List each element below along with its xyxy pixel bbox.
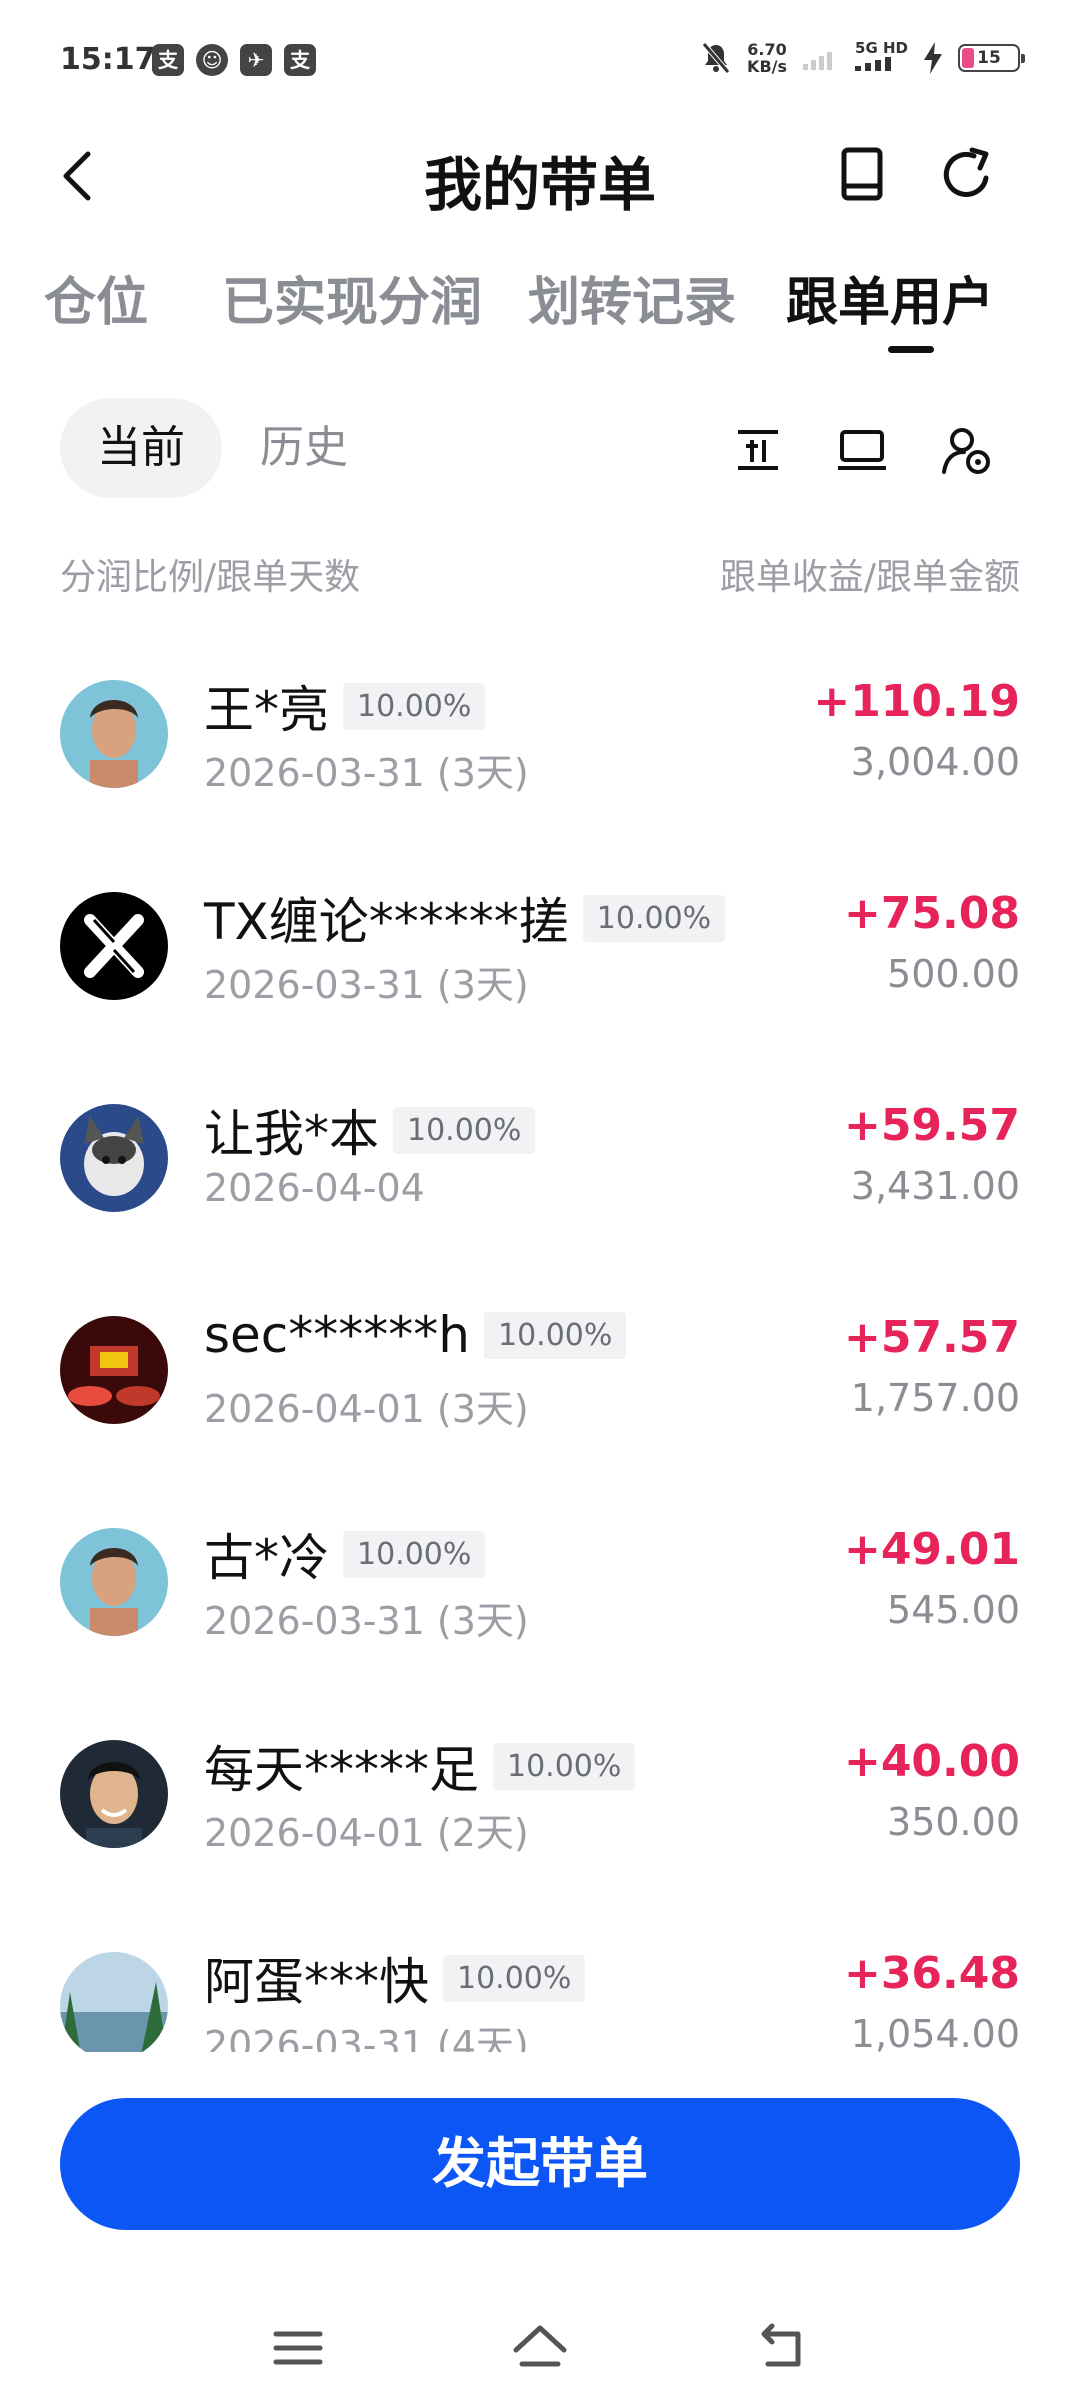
telegram-icon: ✈ (240, 44, 272, 76)
charging-icon (924, 41, 942, 74)
signal-icon (855, 57, 892, 71)
follower-row[interactable]: 古*冷 10.00% 2026-03-31 (3天) +49.01 545.00 (0, 1488, 1080, 1700)
network-speed: 6.70 KB/s (747, 39, 788, 76)
follow-date: 2026-04-01 (3天) (204, 1387, 529, 1431)
follower-name: 每天*****足 (204, 1741, 479, 1799)
avatar (60, 1528, 168, 1636)
avatar (60, 1952, 168, 2052)
follow-amount: 3,004.00 (850, 740, 1020, 784)
follow-profit: +75.08 (843, 888, 1020, 939)
follower-row[interactable]: 阿蛋***快 10.00% 2026-03-31 (4天) +36.48 1,0… (0, 1912, 1080, 2052)
follow-amount: 1,757.00 (850, 1376, 1020, 1420)
tab-realized-profit-share[interactable]: 已实现分润 (222, 260, 482, 335)
avatar (60, 1104, 168, 1212)
home-icon[interactable] (510, 2318, 570, 2378)
follower-name: TX缠论******搓 (204, 893, 569, 951)
network-type: 5G HD (855, 40, 908, 75)
profit-share-ratio: 10.00% (443, 1954, 586, 2002)
follow-profit: +40.00 (843, 1736, 1020, 1787)
profit-share-ratio: 10.00% (343, 682, 486, 730)
user-settings-icon[interactable] (940, 424, 992, 476)
profit-share-ratio: 10.00% (343, 1530, 486, 1578)
battery-indicator: 15 (958, 43, 1025, 72)
status-bar: 15:17 支 ☺ ✈ 支 6.70 KB/s 5G HD 15 (0, 0, 1080, 120)
app-header: 我的带单 (0, 120, 1080, 230)
follow-amount: 350.00 (887, 1800, 1020, 1844)
avatar (60, 892, 168, 1000)
active-tab-indicator (888, 346, 934, 353)
app-face-icon: ☺ (196, 44, 228, 76)
main-tabs: 仓位 已实现分润 划转记录 跟单用户 (0, 250, 1080, 360)
screen-icon[interactable] (836, 424, 888, 476)
subtab-current[interactable]: 当前 (60, 398, 222, 498)
system-nav-bar (0, 2300, 1080, 2408)
follower-row[interactable]: 让我*本 10.00% 2026-04-04 +59.57 3,431.00 (0, 1064, 1080, 1276)
list-column-header: 分润比例/跟单天数 跟单收益/跟单金额 (60, 548, 1020, 600)
follow-date: 2026-04-01 (2天) (204, 1811, 529, 1855)
column-right-label: 跟单收益/跟单金额 (719, 557, 1020, 598)
follower-name: 古*冷 (204, 1529, 329, 1587)
follow-profit: +49.01 (843, 1524, 1020, 1575)
follower-row[interactable]: 王*亮 10.00% 2026-03-31 (3天) +110.19 3,004… (0, 640, 1080, 852)
follower-name: sec******h (204, 1306, 470, 1364)
follow-amount: 545.00 (887, 1588, 1020, 1632)
follower-name: 让我*本 (204, 1105, 379, 1163)
follow-date: 2026-03-31 (3天) (204, 1599, 529, 1643)
follower-row[interactable]: TX缠论******搓 10.00% 2026-03-31 (3天) +75.0… (0, 852, 1080, 1064)
follow-date: 2026-03-31 (4天) (204, 2023, 529, 2052)
profit-share-ratio: 10.00% (493, 1742, 636, 1790)
avatar (60, 1740, 168, 1848)
follower-row[interactable]: 每天*****足 10.00% 2026-04-01 (2天) +40.00 3… (0, 1700, 1080, 1912)
follow-profit: +110.19 (813, 676, 1020, 727)
subtab-history[interactable]: 历史 (260, 398, 348, 498)
follower-row[interactable]: sec******h 10.00% 2026-04-01 (3天) +57.57… (0, 1276, 1080, 1488)
follower-name: 阿蛋***快 (204, 1953, 429, 2011)
follow-profit: +36.48 (843, 1948, 1020, 1999)
refresh-icon[interactable] (936, 142, 1000, 206)
status-time: 15:17 (60, 42, 156, 77)
back-nav-icon[interactable] (752, 2318, 812, 2378)
alipay-icon: 支 (152, 44, 184, 76)
follow-profit: +59.57 (843, 1100, 1020, 1151)
follower-name: 王*亮 (204, 681, 329, 739)
follow-date: 2026-03-31 (3天) (204, 963, 529, 1007)
follow-amount: 1,054.00 (850, 2012, 1020, 2052)
follower-list: 王*亮 10.00% 2026-03-31 (3天) +110.19 3,004… (0, 640, 1080, 2052)
menu-icon[interactable] (268, 2318, 328, 2378)
sub-tabs: 当前 历史 (60, 398, 1020, 498)
tab-positions[interactable]: 仓位 (44, 260, 148, 335)
follow-amount: 500.00 (887, 952, 1020, 996)
avatar (60, 680, 168, 788)
follow-date: 2026-03-31 (3天) (204, 751, 529, 795)
notification-icons: 支 ☺ ✈ 支 (152, 44, 316, 76)
avatar (60, 1316, 168, 1424)
profit-share-ratio: 10.00% (582, 894, 726, 942)
mute-icon (702, 41, 730, 74)
tab-transfer-records[interactable]: 划转记录 (528, 260, 736, 335)
start-copy-trading-button[interactable]: 发起带单 (60, 2098, 1020, 2230)
tab-followers[interactable]: 跟单用户 (786, 260, 994, 335)
sort-icon[interactable] (732, 424, 784, 476)
column-left-label: 分润比例/跟单天数 (60, 557, 361, 598)
book-icon[interactable] (830, 142, 894, 206)
follow-amount: 3,431.00 (850, 1164, 1020, 1208)
alipay-icon: 支 (284, 44, 316, 76)
follow-date: 2026-04-04 (204, 1166, 425, 1210)
profit-share-ratio: 10.00% (393, 1106, 536, 1154)
follow-profit: +57.57 (843, 1312, 1020, 1363)
signal-weak-icon (803, 51, 833, 70)
profit-share-ratio: 10.00% (484, 1311, 627, 1359)
page-title: 我的带单 (423, 151, 656, 219)
